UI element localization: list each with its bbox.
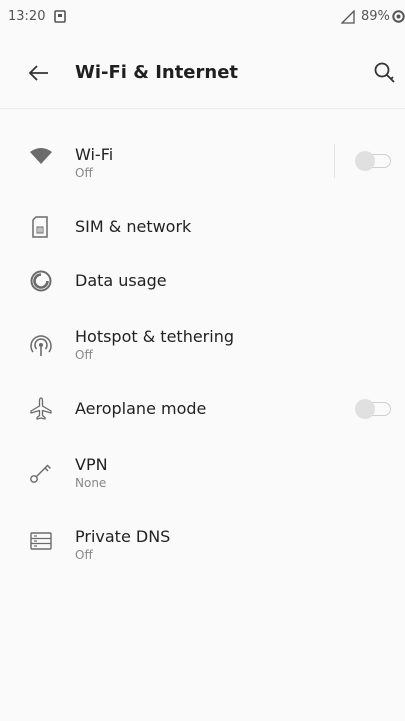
hotspot-icon: [30, 335, 52, 356]
sim-network-label: SIM & network: [75, 217, 192, 236]
data-usage-label: Data usage: [75, 271, 167, 290]
status-time: 13:20: [8, 9, 46, 24]
battery-percent: 89%: [361, 9, 390, 24]
notification-icon: [54, 10, 66, 23]
wifi-row[interactable]: Wi-Fi Off: [0, 133, 405, 189]
wifi-divider: [334, 144, 335, 178]
back-arrow-icon[interactable]: [26, 60, 52, 86]
vpn-row[interactable]: VPN None: [0, 443, 405, 499]
private-dns-row[interactable]: Private DNS Off: [0, 515, 405, 571]
wifi-label: Wi-Fi: [75, 145, 114, 164]
airplane-icon: [30, 397, 52, 420]
private-dns-status: Off: [75, 548, 93, 562]
vpn-status: None: [75, 476, 107, 490]
search-icon[interactable]: [372, 60, 398, 86]
private-dns-icon: [30, 532, 52, 550]
status-bar: 13:20 89%: [0, 0, 405, 36]
data-usage-row[interactable]: Data usage: [0, 259, 405, 303]
aeroplane-mode-toggle[interactable]: [355, 398, 391, 419]
app-bar: Wi-Fi & Internet: [0, 36, 405, 109]
aeroplane-mode-label: Aeroplane mode: [75, 399, 207, 418]
aeroplane-mode-row[interactable]: Aeroplane mode: [0, 387, 405, 431]
signal-icon: [341, 10, 355, 24]
aeroplane-mode-toggle-knob: [355, 398, 375, 419]
private-dns-label: Private DNS: [75, 527, 171, 546]
wifi-status: Off: [75, 166, 93, 180]
wifi-icon: [30, 148, 52, 164]
battery-icon: [392, 10, 405, 23]
wifi-toggle-knob: [355, 150, 375, 171]
vpn-key-icon: [30, 464, 51, 483]
sim-network-row[interactable]: SIM & network: [0, 205, 405, 249]
hotspot-status: Off: [75, 348, 93, 362]
sim-card-icon: [32, 216, 48, 238]
data-usage-icon: [30, 270, 52, 292]
hotspot-label: Hotspot & tethering: [75, 327, 234, 346]
hotspot-row[interactable]: Hotspot & tethering Off: [0, 315, 405, 371]
vpn-label: VPN: [75, 455, 108, 474]
page-title: Wi-Fi & Internet: [75, 62, 239, 83]
wifi-toggle[interactable]: [355, 150, 391, 171]
